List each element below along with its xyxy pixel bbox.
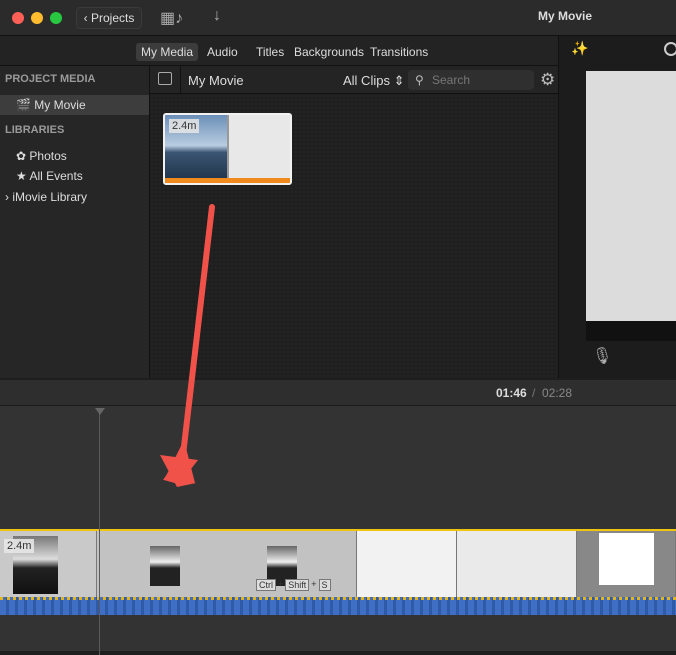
arrow-shaft: [180, 204, 215, 458]
annotation-arrow: [160, 204, 215, 487]
